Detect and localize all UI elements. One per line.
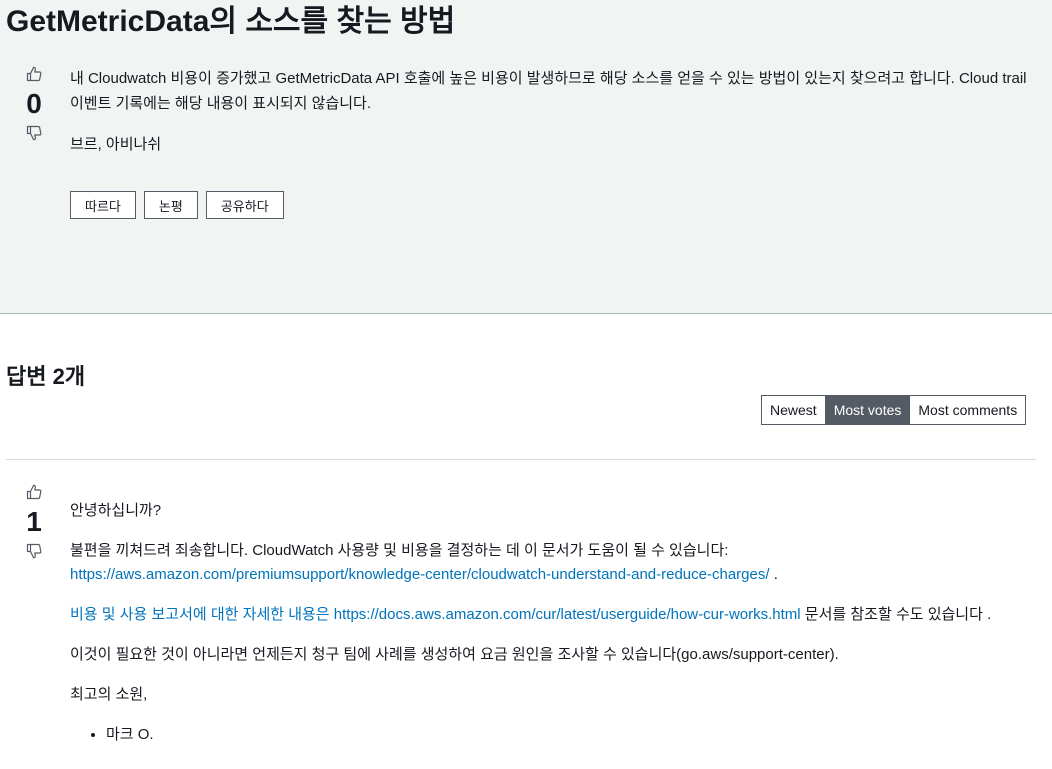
question-vote-count: 0 <box>26 88 42 119</box>
answers-heading: 답변 2개 <box>6 364 86 389</box>
question-body: 내 Cloudwatch 비용이 증가했고 GetMetricData API … <box>70 70 1027 112</box>
cur-userguide-link[interactable]: https://docs.aws.amazon.com/cur/latest/u… <box>334 606 801 623</box>
thumbs-down-icon[interactable] <box>26 125 42 141</box>
sort-most-votes[interactable]: Most votes <box>824 396 910 424</box>
answer-text: 비용 및 사용 보고서에 대한 자세한 내용은 <box>70 606 334 623</box>
question-actions: 따르다 논평 공유하다 <box>70 191 284 219</box>
answer-paragraph: 비용 및 사용 보고서에 대한 자세한 내용은 https://docs.aws… <box>70 603 1025 627</box>
question-panel: GetMetricData의 소스를 찾는 방법 0 내 Cloudwatch … <box>0 0 1052 314</box>
comment-button[interactable]: 논평 <box>143 191 198 219</box>
question-vote-column: 0 <box>23 66 45 141</box>
divider <box>6 459 1036 460</box>
question-tags: 브르, 아비나쉬 <box>70 136 162 153</box>
answer-text: 불편을 끼쳐드려 죄송합니다. CloudWatch 사용량 및 비용을 결정하… <box>70 542 729 559</box>
follow-button[interactable]: 따르다 <box>70 191 136 219</box>
answer-paragraph: 이것이 필요한 것이 아니라면 언제든지 청구 팀에 사례를 생성하여 요금 원… <box>70 646 839 663</box>
sort-newest[interactable]: Newest <box>762 396 825 424</box>
cloudwatch-charges-link[interactable]: https://aws.amazon.com/premiumsupport/kn… <box>70 566 770 583</box>
signoff-list: 마크 O. <box>70 723 1025 747</box>
sort-most-comments[interactable]: Most comments <box>909 396 1026 424</box>
page-title: GetMetricData의 소스를 찾는 방법 <box>6 5 456 38</box>
share-button[interactable]: 공유하다 <box>205 191 284 219</box>
answer-sort-toggle: Newest Most votes Most comments <box>761 395 1027 425</box>
thumbs-up-icon[interactable] <box>26 66 42 82</box>
answer-paragraph: 불편을 끼쳐드려 죄송합니다. CloudWatch 사용량 및 비용을 결정하… <box>70 539 1025 587</box>
answer-vote-column: 1 <box>23 484 45 559</box>
thumbs-up-icon[interactable] <box>26 484 42 500</box>
answer-vote-count: 1 <box>26 506 42 537</box>
answer-text: 문서를 참조할 수도 있습니다 . <box>800 606 992 623</box>
thumbs-down-icon[interactable] <box>26 543 42 559</box>
list-item: 마크 O. <box>106 723 1025 747</box>
answer-greeting: 안녕하십니까? <box>70 502 162 519</box>
answer-body: 안녕하십니까? 불편을 끼쳐드려 죄송합니다. CloudWatch 사용량 및… <box>70 499 1025 747</box>
answer-paragraph: 최고의 소원, <box>70 686 148 703</box>
answer-text: . <box>769 566 778 583</box>
